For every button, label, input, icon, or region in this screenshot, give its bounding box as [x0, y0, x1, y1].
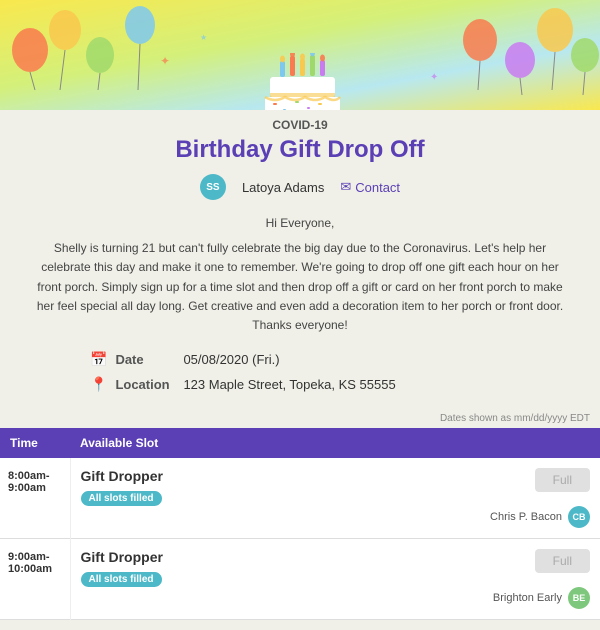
location-label: Location: [115, 377, 175, 392]
envelope-icon: ✉: [340, 179, 351, 195]
assignee-avatar: CB: [568, 506, 590, 528]
slot-time: 8:00am- 9:00am: [0, 458, 70, 539]
main-content: COVID-19 Birthday Gift Drop Off SS Latoy…: [0, 110, 600, 413]
cake-image: [255, 53, 345, 110]
slot-name: Gift Dropper: [81, 549, 461, 565]
slot-action: Full Brighton Early BE: [470, 539, 600, 620]
slot-name: Gift Dropper: [81, 468, 461, 484]
svg-text:★: ★: [200, 33, 207, 42]
svg-text:✦: ✦: [430, 72, 438, 83]
banner-header: ✦ ✦ ★: [0, 0, 600, 110]
slot-time: 9:00am- 10:00am: [0, 539, 70, 620]
greeting: Hi Everyone,: [30, 214, 570, 233]
assignee-row: Brighton Early BE: [480, 587, 590, 609]
description-body: Shelly is turning 21 but can't fully cel…: [30, 239, 570, 335]
slots-table-header: Time Available Slot: [0, 428, 600, 458]
slots-table: Time Available Slot 8:00am- 9:00am Gift …: [0, 428, 600, 620]
contact-link[interactable]: ✉ Contact: [340, 179, 400, 195]
organizer-name: Latoya Adams: [242, 180, 324, 195]
assignee-avatar: BE: [568, 587, 590, 609]
all-filled-badge: All slots filled: [81, 491, 162, 506]
assignee-name: Chris P. Bacon: [490, 511, 562, 523]
table-row: 8:00am- 9:00am Gift Dropper All slots fi…: [0, 458, 600, 539]
location-value: 123 Maple Street, Topeka, KS 55555: [183, 377, 395, 392]
all-filled-badge: All slots filled: [81, 572, 162, 587]
header-time: Time: [0, 428, 70, 458]
timezone-note: Dates shown as mm/dd/yyyy EDT: [0, 413, 600, 424]
full-button: Full: [535, 468, 590, 492]
covid-label: COVID-19: [30, 118, 570, 132]
slots-section: Dates shown as mm/dd/yyyy EDT Time Avail…: [0, 413, 600, 630]
organizer-row: SS Latoya Adams ✉ Contact: [30, 174, 570, 200]
date-label: Date: [115, 352, 175, 367]
header-slot: Available Slot: [70, 428, 600, 458]
assignee-name: Brighton Early: [493, 592, 562, 604]
organizer-avatar: SS: [200, 174, 226, 200]
assignee-row: Chris P. Bacon CB: [480, 506, 590, 528]
description: Hi Everyone, Shelly is turning 21 but ca…: [30, 214, 570, 335]
date-row: 📅 Date 05/08/2020 (Fri.): [90, 351, 570, 368]
date-value: 05/08/2020 (Fri.): [183, 352, 279, 367]
slot-info: Gift Dropper All slots filled: [70, 539, 470, 620]
event-details: 📅 Date 05/08/2020 (Fri.) 📍 Location 123 …: [30, 351, 570, 393]
slot-info: Gift Dropper All slots filled: [70, 458, 470, 539]
event-title: Birthday Gift Drop Off: [30, 136, 570, 164]
location-icon: 📍: [90, 376, 107, 393]
calendar-icon: 📅: [90, 351, 107, 368]
full-button: Full: [535, 549, 590, 573]
location-row: 📍 Location 123 Maple Street, Topeka, KS …: [90, 376, 570, 393]
table-row: 9:00am- 10:00am Gift Dropper All slots f…: [0, 539, 600, 620]
slot-action: Full Chris P. Bacon CB: [470, 458, 600, 539]
svg-text:✦: ✦: [160, 54, 170, 68]
